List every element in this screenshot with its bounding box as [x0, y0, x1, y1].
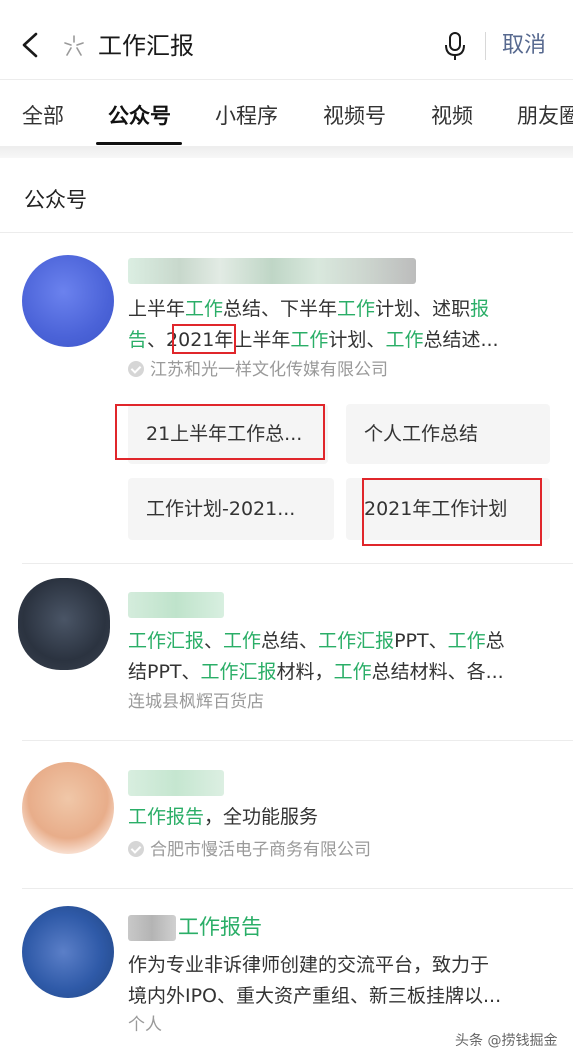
account-description: 工作报告，全功能服务 [128, 806, 319, 828]
article-chip[interactable]: 工作计划-2021... [128, 478, 334, 540]
account-source: 合肥市慢活电子商务有限公司 [128, 838, 371, 862]
annotation-box [115, 404, 325, 460]
account-source: 江苏和光一样文化传媒有限公司 [128, 358, 388, 382]
header-divider [485, 32, 486, 60]
account-avatar[interactable] [18, 578, 110, 670]
account-avatar[interactable] [22, 762, 114, 854]
cancel-button[interactable]: 取消 [502, 30, 546, 62]
verified-icon [128, 841, 144, 857]
section-separator [0, 232, 573, 233]
account-avatar[interactable] [22, 255, 114, 347]
tab-mini-programs[interactable]: 小程序 [215, 102, 278, 130]
result-separator [22, 563, 573, 564]
result-separator [22, 740, 573, 741]
article-chip[interactable]: 个人工作总结 [346, 404, 550, 464]
verified-icon [128, 361, 144, 377]
section-gap [0, 146, 573, 158]
account-name-blurred[interactable] [128, 592, 224, 618]
annotation-box [362, 478, 542, 546]
watermark: 头条 @捞钱掘金 [455, 1033, 558, 1049]
search-sparkle-icon [64, 35, 84, 56]
account-name-blurred[interactable] [128, 770, 224, 796]
account-description: 工作汇报、工作总结、工作汇报PPT、工作总 结PPT、工作汇报材料，工作总结材料… [128, 630, 505, 683]
result-separator [22, 888, 573, 889]
annotation-box [172, 324, 236, 354]
account-description: 作为专业非诉律师创建的交流平台，致力于 境内外IPO、重大资产重组、新三板挂牌以… [128, 954, 502, 1007]
account-name[interactable]: 工作报告 [178, 912, 262, 942]
tab-all[interactable]: 全部 [22, 102, 64, 130]
back-arrow-icon[interactable] [18, 30, 44, 60]
header-separator [0, 79, 573, 80]
account-name-blurred[interactable] [128, 258, 416, 284]
account-name-blurred[interactable] [128, 915, 176, 941]
section-title: 公众号 [24, 188, 87, 212]
account-source: 连城县枫辉百货店 [128, 692, 264, 712]
microphone-icon[interactable] [444, 30, 466, 62]
tab-official-accounts[interactable]: 公众号 [108, 102, 171, 130]
tab-channels[interactable]: 视频号 [323, 102, 386, 130]
filter-tabs: 全部 公众号 小程序 视频号 视频 朋友圈 [0, 92, 573, 144]
account-avatar[interactable] [22, 906, 114, 998]
tab-videos[interactable]: 视频 [431, 102, 473, 130]
tab-moments[interactable]: 朋友圈 [517, 102, 573, 130]
search-input[interactable]: 工作汇报 [98, 30, 194, 62]
active-tab-indicator [96, 142, 182, 145]
account-source: 个人 [128, 1015, 162, 1035]
